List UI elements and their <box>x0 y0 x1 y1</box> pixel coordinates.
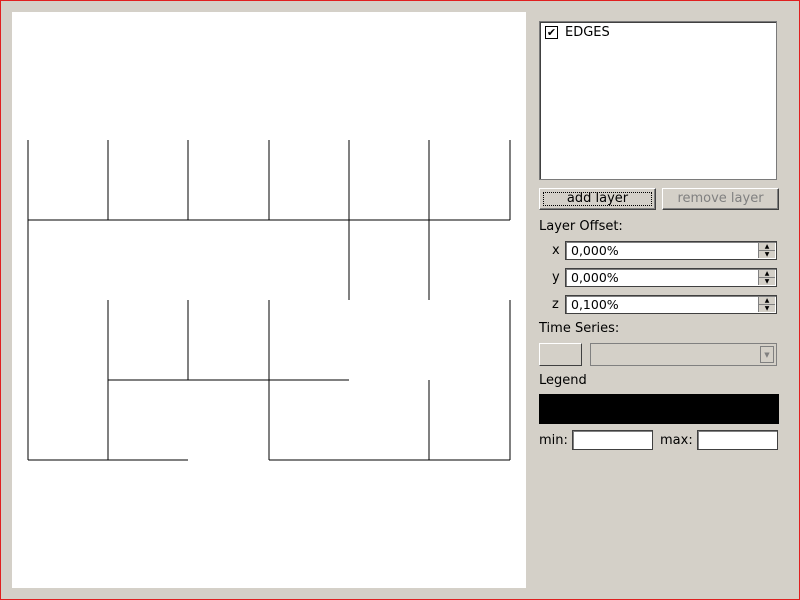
offset-y-label: y <box>552 270 560 285</box>
layer-item-label: EDGES <box>565 25 610 40</box>
offset-z-spinbox[interactable]: 0,100% ▲ ▼ <box>565 295 777 314</box>
offset-z-stepper[interactable]: ▲ ▼ <box>758 297 775 312</box>
edges-layer <box>27 140 511 461</box>
add-layer-button[interactable]: add layer <box>539 188 656 210</box>
offset-x-label: x <box>552 243 560 258</box>
offset-y-stepper[interactable]: ▲ ▼ <box>758 270 775 285</box>
offset-y-spinbox[interactable]: 0,000% ▲ ▼ <box>565 268 777 287</box>
time-series-select[interactable]: ▼ <box>590 343 777 366</box>
remove-layer-label: remove layer <box>677 191 764 206</box>
legend-max-input[interactable] <box>697 430 778 450</box>
legend-max-label: max: <box>660 433 693 448</box>
layer-offset-title: Layer Offset: <box>539 219 623 234</box>
chevron-down-icon[interactable]: ▼ <box>760 346 774 363</box>
arrow-down-icon[interactable]: ▼ <box>759 251 775 258</box>
offset-y-value: 0,000% <box>571 270 619 285</box>
legend-color-bar <box>539 394 779 424</box>
layer-list[interactable]: ✔ EDGES <box>539 21 777 180</box>
remove-layer-button[interactable]: remove layer <box>662 188 779 210</box>
offset-x-spinbox[interactable]: 0,000% ▲ ▼ <box>565 241 777 260</box>
arrow-up-icon[interactable]: ▲ <box>759 297 775 305</box>
layer-item-edges[interactable]: ✔ EDGES <box>545 25 610 40</box>
focus-indicator <box>543 192 652 206</box>
layer-visibility-checkbox[interactable]: ✔ <box>545 26 558 39</box>
time-series-button[interactable] <box>539 343 582 366</box>
arrow-up-icon[interactable]: ▲ <box>759 243 775 251</box>
legend-min-input[interactable] <box>572 430 653 450</box>
check-icon: ✔ <box>546 26 557 39</box>
arrow-down-icon[interactable]: ▼ <box>759 278 775 285</box>
legend-min-label: min: <box>539 433 568 448</box>
time-series-title: Time Series: <box>539 321 620 336</box>
legend-title: Legend <box>539 373 587 388</box>
offset-z-label: z <box>552 297 559 312</box>
map-canvas[interactable] <box>12 12 526 588</box>
offset-x-stepper[interactable]: ▲ ▼ <box>758 243 775 258</box>
arrow-down-icon[interactable]: ▼ <box>759 305 775 312</box>
offset-x-value: 0,000% <box>571 243 619 258</box>
offset-z-value: 0,100% <box>571 297 619 312</box>
arrow-up-icon[interactable]: ▲ <box>759 270 775 278</box>
